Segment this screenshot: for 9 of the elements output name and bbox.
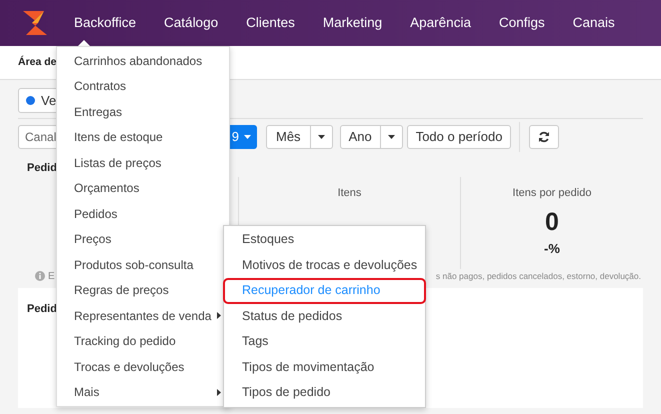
section-title: Pedid [27,162,57,174]
stat-value: 0 [545,206,559,238]
stat-label: Itens [338,186,362,201]
stat-label: Itens por pedido [512,186,592,201]
info-note: s não pagos, pedidos cancelados, estorno, devolução. [436,270,641,282]
card-title: Pedid [27,303,57,315]
stat-change: -% [544,240,560,258]
page-title: Área de [18,54,57,70]
info-note: E [48,270,55,284]
